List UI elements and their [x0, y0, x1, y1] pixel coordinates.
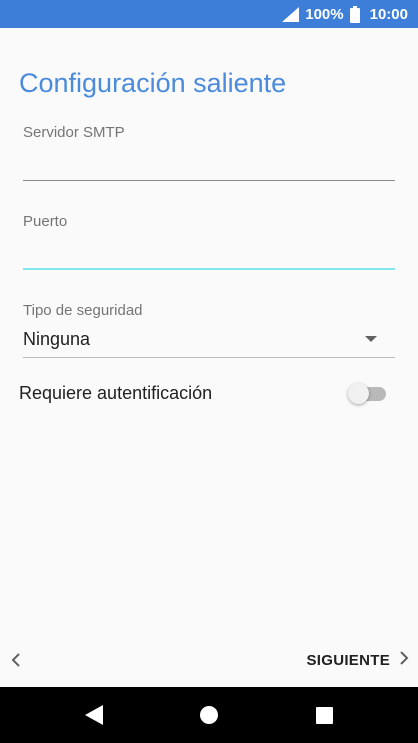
chevron-left-icon[interactable]	[7, 650, 25, 670]
chevron-right-icon	[398, 648, 410, 673]
security-type-label: Tipo de seguridad	[23, 302, 143, 319]
status-icons: 100% 10:00	[282, 0, 408, 28]
battery-percent: 100%	[305, 5, 344, 23]
port-underline	[23, 268, 395, 270]
next-button-label: SIGUIENTE	[306, 651, 390, 669]
dropdown-arrow-icon	[365, 336, 377, 342]
battery-icon	[349, 5, 360, 23]
next-button[interactable]: SIGUIENTE	[306, 648, 410, 672]
smtp-server-label: Servidor SMTP	[23, 124, 125, 141]
smtp-server-underline	[23, 180, 395, 181]
smtp-server-input[interactable]	[23, 153, 395, 177]
security-type-value: Ninguna	[23, 329, 91, 349]
clock: 10:00	[369, 5, 408, 23]
security-type-underline	[23, 357, 395, 358]
requires-auth-label: Requiere autentificación	[19, 383, 213, 403]
signal-icon	[282, 6, 300, 22]
recents-square-icon[interactable]	[304, 687, 344, 743]
page-title: Configuración saliente	[19, 68, 287, 98]
status-bar: 100% 10:00	[0, 0, 418, 28]
port-label: Puerto	[23, 213, 68, 230]
toggle-thumb	[348, 383, 369, 404]
system-nav-bar	[0, 687, 418, 743]
port-input[interactable]	[23, 241, 395, 265]
home-circle-icon[interactable]	[189, 687, 229, 743]
back-triangle-icon[interactable]	[74, 687, 114, 743]
